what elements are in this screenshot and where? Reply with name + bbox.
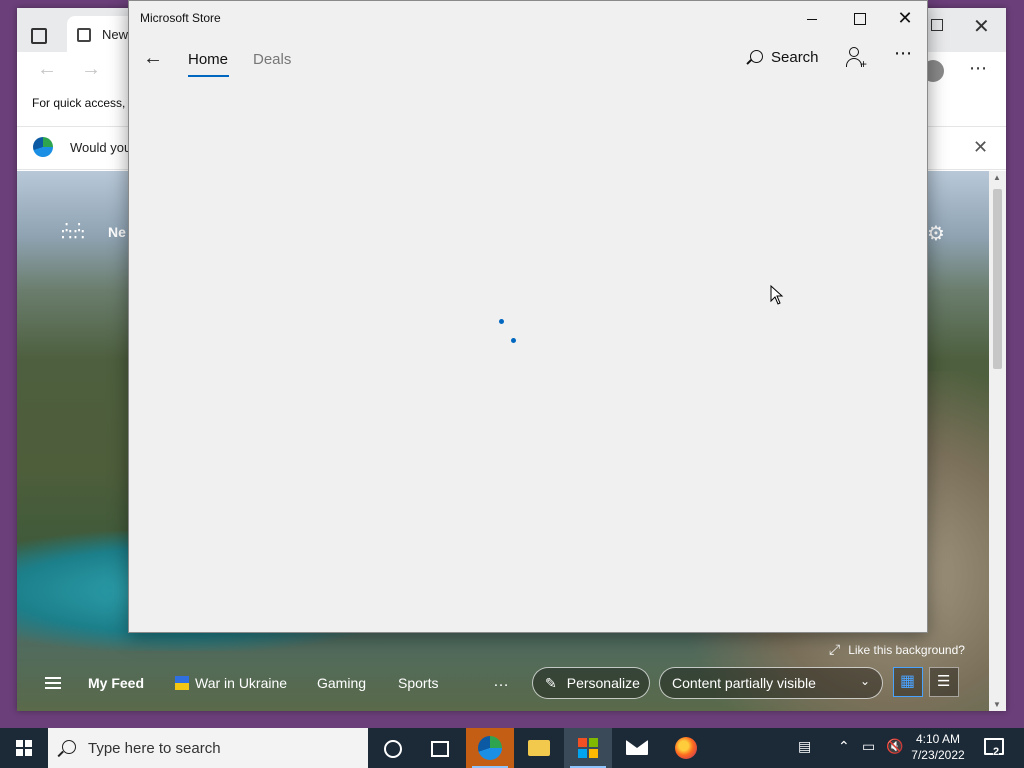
browser-close-icon[interactable]: ✕ (973, 14, 990, 39)
feed-tab-sports[interactable]: Sports (398, 675, 438, 691)
browser-maximize-icon[interactable] (931, 19, 943, 31)
personalize-label: Personalize (566, 675, 640, 691)
user-head-shape (849, 47, 859, 57)
feed-tab-war-in-ukraine[interactable]: War in Ukraine (175, 675, 287, 691)
app-launcher-icon[interactable]: ∴∴ ∴∴ (61, 219, 86, 243)
more-options-icon[interactable]: ⋯ (894, 43, 913, 64)
close-button[interactable]: ✕ (882, 5, 928, 31)
chevron-down-icon: ⌄ (859, 674, 870, 688)
grid-view-icon[interactable] (893, 667, 923, 697)
browser-forward-icon[interactable]: → (81, 58, 101, 81)
clock-time: 4:10 AM (915, 732, 961, 746)
search-icon (750, 50, 763, 63)
feed-more-icon[interactable]: … (493, 673, 509, 691)
feed-bar: My Feed War in Ukraine Gaming Sports … ✎… (17, 661, 989, 711)
browser-back-icon[interactable]: ← (37, 58, 57, 81)
pencil-icon: ✎ (545, 675, 557, 691)
notification-count: 2 (993, 746, 1000, 758)
sign-in-icon[interactable]: + (845, 47, 868, 71)
personalize-button[interactable]: ✎ Personalize (532, 667, 650, 699)
tab-home[interactable]: Home (188, 51, 228, 68)
browser-tab-label: New (102, 27, 129, 42)
back-arrow-icon[interactable]: ← (143, 47, 163, 70)
gear-icon[interactable]: ⚙ (927, 221, 945, 246)
banner-close-icon[interactable]: ✕ (973, 137, 988, 158)
maximize-button[interactable] (836, 5, 882, 31)
taskbar-clock[interactable]: 4:10 AM 7/23/2022 (908, 731, 968, 763)
banner-text: Would you (70, 140, 132, 155)
search-label: Search (771, 49, 819, 66)
chevron-up-icon[interactable]: ⌃ (838, 738, 850, 755)
content-visibility-label: Content partially visible (672, 675, 816, 691)
mouse-cursor-icon (770, 285, 784, 305)
scrollbar-thumb[interactable] (993, 189, 1002, 369)
network-icon[interactable]: ▭ (862, 738, 875, 755)
task-view-icon[interactable] (416, 728, 464, 768)
page-scrollbar[interactable]: ▲ ▼ (989, 171, 1006, 711)
edge-taskbar-icon[interactable] (466, 728, 514, 768)
store-taskbar-icon[interactable] (564, 728, 612, 768)
content-visibility-dropdown[interactable]: Content partially visible ⌄ (659, 667, 883, 699)
microsoft-store-window: Microsoft Store ✕ ← Home Deals Search + … (128, 0, 928, 633)
list-view-icon[interactable] (929, 667, 959, 697)
start-button[interactable] (0, 728, 48, 768)
hamburger-menu-icon[interactable] (45, 677, 61, 689)
feed-tab-gaming[interactable]: Gaming (317, 675, 366, 691)
plus-icon: + (860, 57, 868, 71)
notification-center-icon[interactable]: 2 (982, 736, 1004, 758)
browser-more-icon[interactable]: ⋯ (969, 58, 988, 79)
expand-icon: ⤢ (829, 641, 841, 657)
tab-deals[interactable]: Deals (253, 51, 291, 68)
minimize-button[interactable] (789, 5, 835, 31)
window-title: Microsoft Store (140, 11, 221, 25)
search-button[interactable]: Search (750, 49, 819, 66)
favorites-bar-text: For quick access, p (32, 96, 136, 110)
loading-spinner-dot (511, 338, 516, 343)
new-tab-page-icon (77, 28, 91, 42)
news-widget-icon[interactable]: ▤ (798, 738, 811, 755)
file-explorer-icon[interactable] (515, 728, 563, 768)
loading-spinner-dot (499, 319, 504, 324)
scroll-up-icon[interactable]: ▲ (993, 173, 1001, 182)
ukraine-flag-icon (175, 676, 189, 690)
taskbar: Type here to search ▤ ⌃ ▭ 🔇 4:10 AM 7/23… (0, 728, 1024, 768)
cortana-icon[interactable] (368, 728, 416, 768)
firefox-icon[interactable] (662, 728, 710, 768)
active-tab-indicator (188, 75, 229, 77)
clock-date: 7/23/2022 (911, 748, 965, 762)
search-icon (62, 740, 76, 754)
mail-icon[interactable] (613, 728, 661, 768)
feed-tab-label: War in Ukraine (195, 675, 288, 691)
volume-muted-icon[interactable]: 🔇 (886, 738, 903, 755)
scroll-down-icon[interactable]: ▼ (993, 700, 1001, 709)
store-navigation: ← Home Deals Search + ⋯ (129, 37, 927, 81)
like-background-link[interactable]: ⤢ Like this background? (829, 641, 965, 658)
taskbar-search-box[interactable]: Type here to search (48, 728, 368, 768)
feed-tab-my-feed[interactable]: My Feed (88, 675, 144, 691)
tab-actions-icon[interactable] (31, 28, 47, 44)
search-placeholder: Type here to search (88, 740, 221, 757)
edge-logo-icon (33, 137, 53, 157)
like-background-label: Like this background? (848, 643, 965, 657)
new-tab-title: Ne (108, 224, 126, 240)
